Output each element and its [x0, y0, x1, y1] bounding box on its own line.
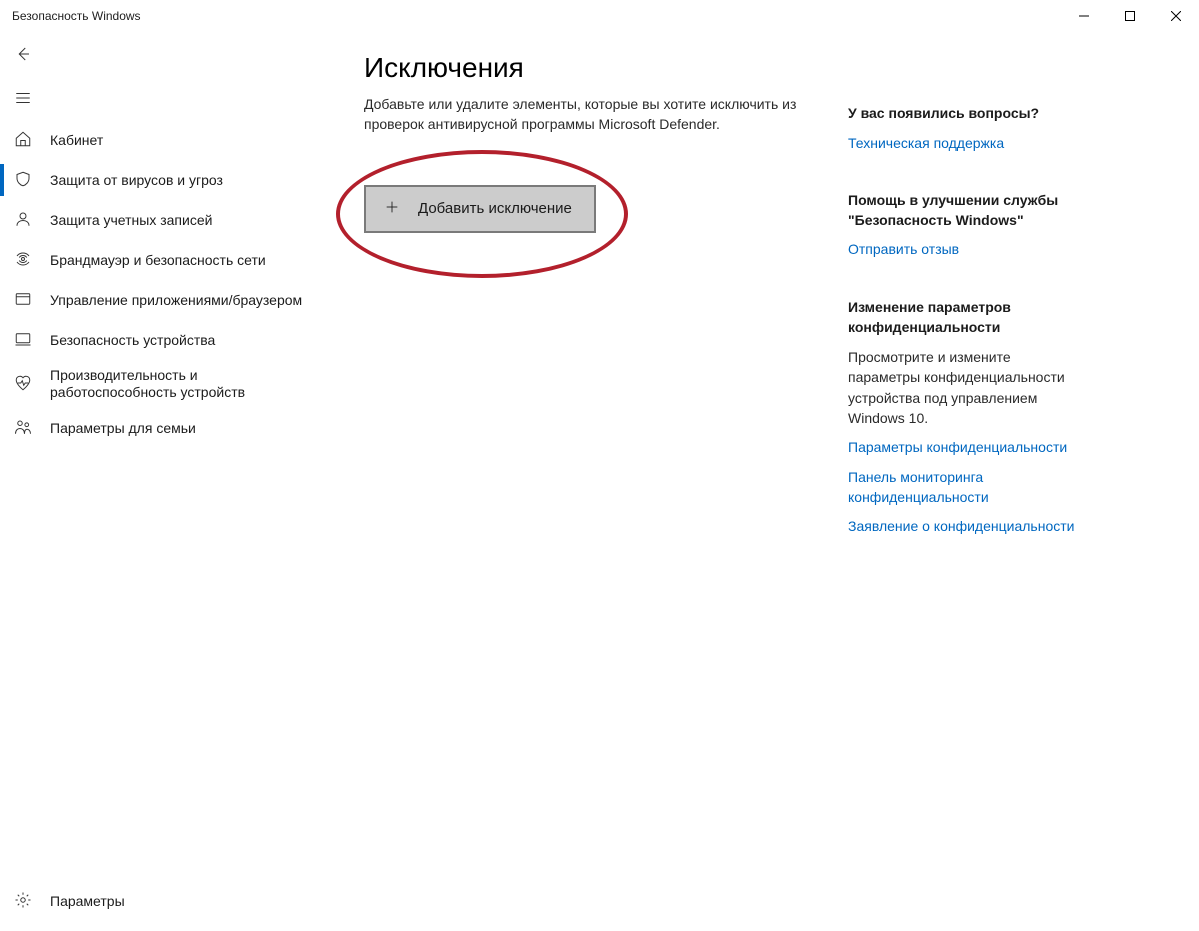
aside: У вас появились вопросы? Техническая под… — [848, 52, 1108, 931]
add-exclusion-button[interactable]: Добавить исключение — [364, 185, 596, 233]
content: Исключения Добавьте или удалите элементы… — [328, 52, 848, 931]
close-button[interactable] — [1153, 0, 1199, 32]
sidebar-item-account-protection[interactable]: Защита учетных записей — [0, 200, 328, 240]
home-icon — [14, 130, 32, 151]
family-icon — [14, 418, 32, 439]
sidebar-item-label: Безопасность устройства — [50, 332, 215, 348]
app-icon — [14, 290, 32, 311]
plus-icon — [384, 199, 400, 219]
sidebar-item-family[interactable]: Параметры для семьи — [0, 408, 328, 448]
sidebar-item-virus-threat[interactable]: Защита от вирусов и угроз — [0, 160, 328, 200]
person-icon — [14, 210, 32, 231]
sidebar-item-label: Брандмауэр и безопасность сети — [50, 252, 266, 268]
network-icon — [14, 250, 32, 271]
sidebar-item-home[interactable]: Кабинет — [0, 120, 328, 160]
back-button[interactable] — [0, 32, 328, 76]
sidebar-item-app-browser[interactable]: Управление приложениями/браузером — [0, 280, 328, 320]
aside-privacy: Изменение параметров конфиденциальности … — [848, 298, 1078, 537]
aside-text: Просмотрите и измените параметры конфиде… — [848, 347, 1078, 428]
privacy-dashboard-link[interactable]: Панель мониторинга конфиденциальности — [848, 468, 1078, 507]
aside-questions: У вас появились вопросы? Техническая под… — [848, 104, 1078, 153]
sidebar: Кабинет Защита от вирусов и угроз Защита… — [0, 32, 328, 931]
titlebar: Безопасность Windows — [0, 0, 1199, 32]
add-exclusion-label: Добавить исключение — [418, 200, 572, 217]
aside-heading: Помощь в улучшении службы "Безопасность … — [848, 191, 1078, 230]
sidebar-item-device-security[interactable]: Безопасность устройства — [0, 320, 328, 360]
aside-heading: Изменение параметров конфиденциальности — [848, 298, 1078, 337]
sidebar-item-label: Параметры — [50, 893, 125, 909]
aside-feedback: Помощь в улучшении службы "Безопасность … — [848, 191, 1078, 260]
send-feedback-link[interactable]: Отправить отзыв — [848, 240, 1078, 260]
sidebar-item-label: Защита учетных записей — [50, 212, 212, 228]
sidebar-item-label: Производительность и работоспособность у… — [50, 367, 328, 402]
tech-support-link[interactable]: Техническая поддержка — [848, 134, 1078, 154]
device-icon — [14, 330, 32, 351]
sidebar-item-settings[interactable]: Параметры — [0, 881, 328, 921]
gear-icon — [14, 891, 32, 912]
minimize-button[interactable] — [1061, 0, 1107, 32]
sidebar-item-firewall[interactable]: Брандмауэр и безопасность сети — [0, 240, 328, 280]
sidebar-item-device-performance[interactable]: Производительность и работоспособность у… — [0, 360, 328, 408]
menu-button[interactable] — [0, 76, 328, 120]
sidebar-item-label: Параметры для семьи — [50, 420, 196, 436]
window-title: Безопасность Windows — [12, 9, 141, 23]
sidebar-item-label: Защита от вирусов и угроз — [50, 172, 223, 188]
heart-icon — [14, 374, 32, 395]
main-area: Исключения Добавьте или удалите элементы… — [328, 32, 1199, 931]
privacy-settings-link[interactable]: Параметры конфиденциальности — [848, 438, 1078, 458]
page-title: Исключения — [364, 52, 848, 84]
maximize-button[interactable] — [1107, 0, 1153, 32]
sidebar-item-label: Управление приложениями/браузером — [50, 292, 302, 308]
window-controls — [1061, 0, 1199, 32]
aside-heading: У вас появились вопросы? — [848, 104, 1078, 124]
page-description: Добавьте или удалите элементы, которые в… — [364, 94, 834, 135]
shield-icon — [14, 170, 32, 191]
sidebar-item-label: Кабинет — [50, 132, 103, 148]
privacy-statement-link[interactable]: Заявление о конфиденциальности — [848, 517, 1078, 537]
